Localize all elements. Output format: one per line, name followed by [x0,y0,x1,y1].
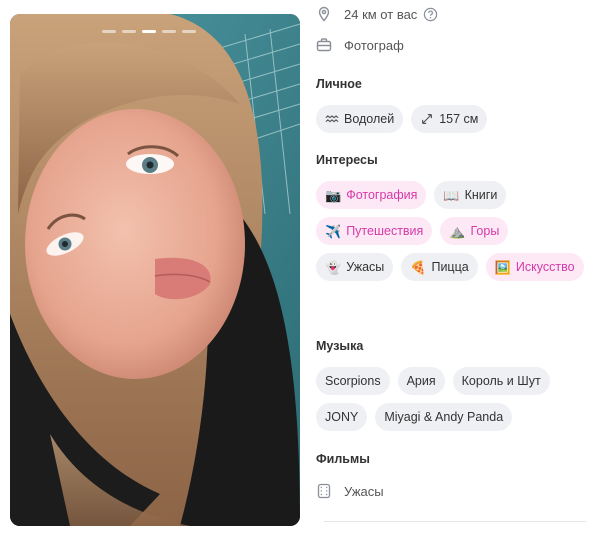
music-chip: Miyagi & Andy Panda [375,403,513,431]
interest-label: Фотография [346,188,418,202]
book-icon: 📖 [443,187,460,203]
section-title-personal: Личное [316,77,362,91]
interests-chips: 📷 Фотография 📖 Книги ✈️ Путешествия ⛰️ Г… [316,181,586,281]
zodiac-label: Водолей [344,112,395,126]
job-row: Фотограф [316,37,404,53]
interest-label: Горы [470,224,500,238]
photo-progress-segment [182,30,196,33]
height-arrows-icon [422,114,433,124]
music-chip: JONY [316,403,368,431]
help-circle-icon[interactable] [423,7,438,22]
section-title-movies: Фильмы [316,452,370,466]
framed-picture-icon: 🖼️ [494,259,511,275]
interest-chip-photography: 📷 Фотография [316,181,427,209]
distance-row: 24 км от вас [316,6,438,22]
photo-progress-segment [122,30,136,33]
section-title-music: Музыка [316,339,364,353]
profile-photo-image [10,14,300,526]
music-chip: Scorpions [316,367,390,395]
interest-chip-mountains: ⛰️ Горы [440,217,509,245]
distance-text: 24 км от вас [344,6,418,22]
interest-label: Ужасы [346,260,385,274]
interest-chip-travel: ✈️ Путешествия [316,217,433,245]
pizza-icon: 🍕 [410,259,427,275]
music-chip: Ария [397,367,445,395]
interest-label: Искусство [515,260,575,274]
mountain-icon: ⛰️ [449,223,466,239]
interest-chip-books: 📖 Книги [434,181,507,209]
ghost-icon: 👻 [325,259,342,275]
photo-progress-segment [102,30,116,33]
section-divider [324,521,586,522]
interest-chip-art: 🖼️ Искусство [485,253,584,281]
profile-photo[interactable] [10,14,300,526]
interest-label: Пицца [431,260,469,274]
personal-chips: Водолей 157 см [316,105,586,133]
interest-chip-horror: 👻 Ужасы [316,253,394,281]
camera-icon: 📷 [325,187,342,203]
height-chip: 157 см [411,105,488,133]
movies-row: Ужасы [316,483,384,499]
photo-progress-segment-active [142,30,156,33]
music-chips: Scorpions Ария Король и Шут JONY Miyagi … [316,367,586,431]
interest-chip-pizza: 🍕 Пицца [401,253,478,281]
movies-genre: Ужасы [344,483,384,499]
interest-label: Путешествия [346,224,424,238]
photo-progress-indicator [102,30,196,33]
airplane-icon: ✈️ [325,223,342,239]
briefcase-icon [316,38,332,52]
photo-progress-segment [162,30,176,33]
music-chip: Король и Шут [452,367,550,395]
aquarius-icon [325,115,339,123]
job-text: Фотограф [344,37,404,53]
height-label: 157 см [439,112,479,126]
film-icon [317,483,331,499]
zodiac-chip: Водолей [316,105,404,133]
section-title-interests: Интересы [316,153,378,167]
location-pin-icon [318,6,330,22]
interest-label: Книги [464,188,498,202]
